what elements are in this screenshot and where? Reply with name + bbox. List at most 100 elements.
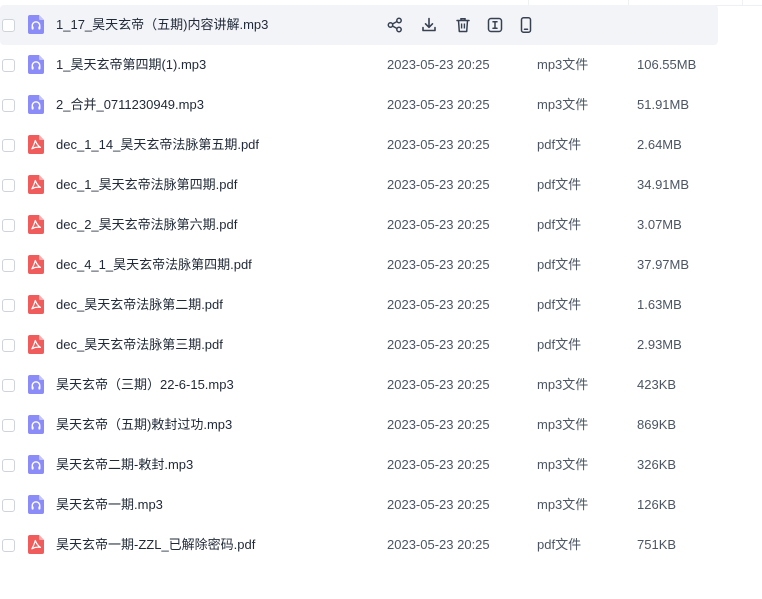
file-type: pdf文件 [537, 137, 582, 152]
file-size: 326KB [637, 457, 677, 472]
file-size: 2.93MB [637, 337, 682, 352]
pdf-file-icon [28, 255, 44, 274]
row-checkbox[interactable] [2, 379, 15, 392]
file-row[interactable]: 昊天玄帝（五期)敕封过功.mp3 2023-05-23 20:25 mp3文件 869… [0, 405, 718, 445]
file-size: 34.91MB [637, 177, 690, 192]
file-type: mp3文件 [537, 377, 589, 392]
pdf-file-icon [28, 215, 44, 234]
file-type: mp3文件 [537, 57, 589, 72]
pdf-file-icon [28, 175, 44, 194]
file-type: mp3文件 [537, 417, 589, 432]
file-type: pdf文件 [537, 537, 582, 552]
pdf-file-icon [28, 295, 44, 314]
file-type: pdf文件 [537, 337, 582, 352]
file-date: 2023-05-23 20:25 [387, 497, 490, 512]
audio-file-icon [28, 55, 44, 74]
file-row[interactable]: 昊天玄帝一期-ZZL_已解除密码.pdf 2023-05-23 20:25 pdf文… [0, 525, 718, 565]
share-icon[interactable] [386, 16, 404, 34]
row-checkbox[interactable] [2, 339, 15, 352]
file-row[interactable]: 2_合并_0711230949.mp3 2023-05-23 20:25 mp3文件… [0, 85, 718, 125]
row-checkbox[interactable] [2, 59, 15, 72]
file-size: 423KB [637, 377, 677, 392]
file-name[interactable]: dec_2_昊天玄帝法脉第六期.pdf [56, 217, 237, 233]
file-row[interactable]: dec_昊天玄帝法脉第二期.pdf 2023-05-23 20:25 pdf文件 1.… [0, 285, 718, 325]
file-type: pdf文件 [537, 297, 582, 312]
file-date: 2023-05-23 20:25 [387, 457, 490, 472]
audio-file-icon [28, 15, 44, 34]
file-size: 751KB [637, 537, 677, 552]
rename-icon[interactable] [486, 16, 504, 34]
file-size: 106.55MB [637, 57, 697, 72]
file-row[interactable]: dec_4_1_昊天玄帝法脉第四期.pdf 2023-05-23 20:25 pdf… [0, 245, 718, 285]
file-type: pdf文件 [537, 217, 582, 232]
mobile-icon[interactable] [517, 16, 535, 34]
row-checkbox[interactable] [2, 99, 15, 112]
file-date: 2023-05-23 20:25 [387, 537, 490, 552]
pdf-file-icon [28, 335, 44, 354]
row-checkbox[interactable] [2, 259, 15, 272]
file-name[interactable]: dec_4_1_昊天玄帝法脉第四期.pdf [56, 257, 252, 273]
file-type: pdf文件 [537, 257, 582, 272]
row-checkbox[interactable] [2, 219, 15, 232]
file-type: pdf文件 [537, 177, 582, 192]
file-name[interactable]: 昊天玄帝一期-ZZL_已解除密码.pdf [56, 537, 255, 553]
file-row[interactable]: dec_1_昊天玄帝法脉第四期.pdf 2023-05-23 20:25 pdf文件… [0, 165, 718, 205]
file-row[interactable]: 昊天玄帝一期.mp3 2023-05-23 20:25 mp3文件 126KB [0, 485, 718, 525]
file-name[interactable]: dec_昊天玄帝法脉第三期.pdf [56, 337, 223, 353]
file-row[interactable]: dec_1_14_昊天玄帝法脉第五期.pdf 2023-05-23 20:25 pd… [0, 125, 718, 165]
file-size: 869KB [637, 417, 677, 432]
row-checkbox[interactable] [2, 179, 15, 192]
row-checkbox[interactable] [2, 19, 15, 32]
file-size: 2.64MB [637, 137, 682, 152]
file-name[interactable]: 昊天玄帝一期.mp3 [56, 497, 163, 513]
file-name[interactable]: dec_昊天玄帝法脉第二期.pdf [56, 297, 223, 313]
file-date: 2023-05-23 20:25 [387, 177, 490, 192]
file-date: 2023-05-23 20:25 [387, 57, 490, 72]
file-date: 2023-05-23 20:25 [387, 257, 490, 272]
row-checkbox[interactable] [2, 499, 15, 512]
file-name[interactable]: dec_1_14_昊天玄帝法脉第五期.pdf [56, 137, 259, 153]
pdf-file-icon [28, 535, 44, 554]
file-size: 126KB [637, 497, 677, 512]
file-name[interactable]: 1_昊天玄帝第四期(1).mp3 [56, 57, 206, 73]
audio-file-icon [28, 455, 44, 474]
pdf-file-icon [28, 135, 44, 154]
row-checkbox[interactable] [2, 539, 15, 552]
row-checkbox[interactable] [2, 419, 15, 432]
file-date: 2023-05-23 20:25 [387, 137, 490, 152]
file-name[interactable]: 昊天玄帝二期-敕封.mp3 [56, 457, 193, 473]
download-icon[interactable] [420, 16, 438, 34]
audio-file-icon [28, 95, 44, 114]
audio-file-icon [28, 415, 44, 434]
file-list: 1_17_昊天玄帝（五期)内容讲解.mp3 1_昊天玄帝第四期(1).mp3 20… [0, 5, 762, 565]
file-date: 2023-05-23 20:25 [387, 417, 490, 432]
file-name[interactable]: 1_17_昊天玄帝（五期)内容讲解.mp3 [56, 17, 268, 33]
file-date: 2023-05-23 20:25 [387, 337, 490, 352]
file-type: mp3文件 [537, 457, 589, 472]
file-name[interactable]: 昊天玄帝（三期）22-6-15.mp3 [56, 377, 234, 393]
file-row[interactable]: 昊天玄帝（三期）22-6-15.mp3 2023-05-23 20:25 mp3文件… [0, 365, 718, 405]
row-checkbox[interactable] [2, 299, 15, 312]
file-size: 51.91MB [637, 97, 690, 112]
file-name[interactable]: dec_1_昊天玄帝法脉第四期.pdf [56, 177, 237, 193]
file-row[interactable]: 1_昊天玄帝第四期(1).mp3 2023-05-23 20:25 mp3文件 106… [0, 45, 718, 85]
file-date: 2023-05-23 20:25 [387, 297, 490, 312]
file-date: 2023-05-23 20:25 [387, 377, 490, 392]
file-type: mp3文件 [537, 497, 589, 512]
file-name[interactable]: 2_合并_0711230949.mp3 [56, 97, 204, 113]
audio-file-icon [28, 375, 44, 394]
row-checkbox[interactable] [2, 139, 15, 152]
file-date: 2023-05-23 20:25 [387, 217, 490, 232]
file-row[interactable]: 1_17_昊天玄帝（五期)内容讲解.mp3 [0, 5, 718, 45]
file-type: mp3文件 [537, 97, 589, 112]
file-size: 37.97MB [637, 257, 690, 272]
file-row[interactable]: dec_昊天玄帝法脉第三期.pdf 2023-05-23 20:25 pdf文件 2.… [0, 325, 718, 365]
file-name[interactable]: 昊天玄帝（五期)敕封过功.mp3 [56, 417, 232, 433]
file-size: 1.63MB [637, 297, 682, 312]
delete-icon[interactable] [454, 16, 472, 34]
file-row[interactable]: 昊天玄帝二期-敕封.mp3 2023-05-23 20:25 mp3文件 326KB [0, 445, 718, 485]
row-checkbox[interactable] [2, 459, 15, 472]
file-size: 3.07MB [637, 217, 682, 232]
file-date: 2023-05-23 20:25 [387, 97, 490, 112]
file-row[interactable]: dec_2_昊天玄帝法脉第六期.pdf 2023-05-23 20:25 pdf文件… [0, 205, 718, 245]
